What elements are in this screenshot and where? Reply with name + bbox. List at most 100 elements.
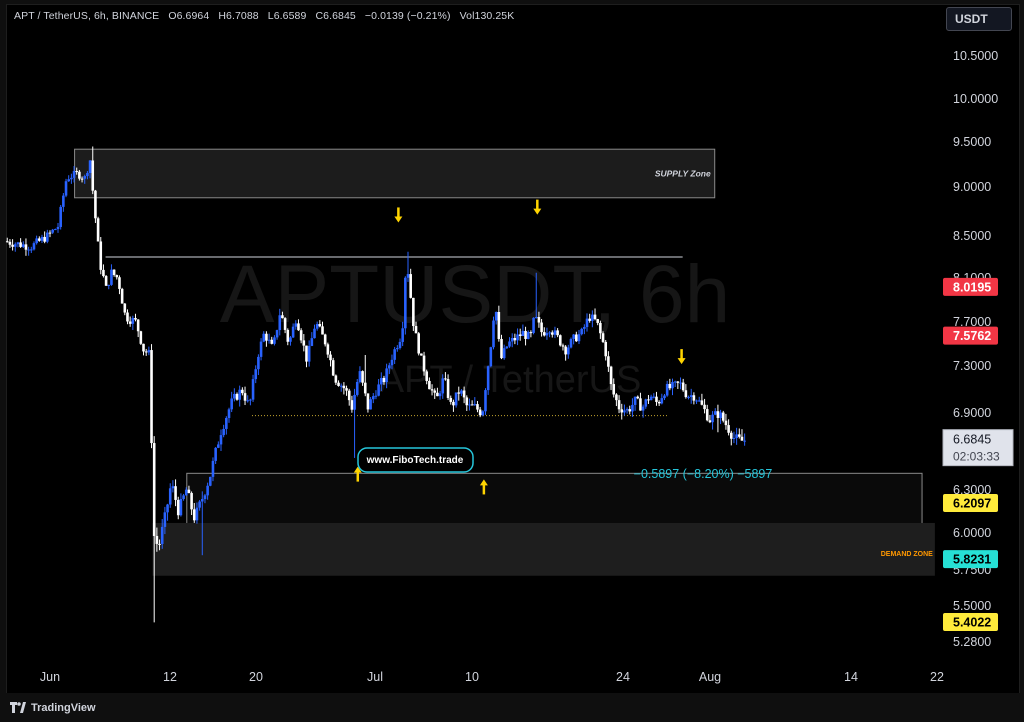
candle — [257, 354, 260, 376]
candle — [334, 374, 338, 386]
candle — [398, 338, 402, 350]
time-tick-label: Jul — [367, 670, 383, 684]
price-badge: 5.8231 — [943, 550, 998, 569]
candle — [724, 413, 728, 430]
candle — [62, 193, 65, 212]
candle — [673, 380, 677, 387]
price-badge: 5.4022 — [943, 613, 998, 632]
candle — [366, 393, 370, 413]
candle — [337, 380, 340, 387]
last-price-badge: 6.6845 02:03:33 — [942, 429, 1014, 467]
candle — [168, 483, 172, 508]
candle — [732, 431, 736, 444]
candle — [131, 315, 135, 330]
candle — [558, 334, 562, 347]
candle — [355, 379, 359, 397]
candle — [695, 399, 698, 404]
candle — [721, 410, 725, 423]
candle — [489, 346, 493, 368]
candle — [339, 383, 343, 392]
candle — [126, 309, 129, 325]
time-tick-label: 20 — [249, 670, 263, 684]
candle — [660, 393, 664, 405]
candle — [307, 340, 311, 367]
candle — [569, 337, 573, 349]
candle — [102, 264, 105, 278]
candle — [305, 345, 308, 368]
candle — [99, 236, 103, 275]
candle — [679, 377, 682, 390]
candle — [417, 332, 420, 356]
candle — [737, 428, 741, 439]
supply-zone[interactable] — [74, 148, 716, 199]
candle — [743, 433, 746, 446]
candle — [176, 496, 180, 520]
candle — [118, 275, 121, 295]
candle — [107, 284, 111, 290]
candle — [652, 393, 656, 399]
candle — [128, 316, 132, 327]
svg-text:5.4022: 5.4022 — [953, 616, 991, 630]
candle — [454, 392, 458, 408]
candle — [692, 392, 696, 405]
candle — [182, 493, 185, 501]
candle — [246, 395, 250, 403]
resistance-zone-box[interactable] — [186, 472, 923, 525]
time-tick-label: 12 — [163, 670, 177, 684]
candle — [43, 231, 46, 244]
candle — [235, 392, 239, 401]
candle — [713, 408, 717, 416]
candle — [123, 303, 127, 316]
candle — [150, 344, 153, 449]
candle — [711, 411, 714, 430]
candle — [484, 388, 487, 415]
svg-text:6.2097: 6.2097 — [953, 496, 991, 510]
candle — [29, 246, 33, 254]
candle — [70, 173, 73, 184]
tradingview-icon — [10, 702, 26, 713]
tradingview-logo[interactable]: TradingView — [10, 702, 96, 714]
candle — [46, 229, 49, 244]
candle — [51, 228, 54, 234]
candle — [254, 365, 258, 384]
candle — [657, 400, 661, 407]
website-callout[interactable]: www.FiboTech.trade — [366, 455, 464, 466]
price-tick-label: 9.0000 — [953, 180, 991, 194]
price-chart[interactable]: APTUSDT, 6h APT / TetherUS SUPPLY Zone D… — [0, 0, 1024, 722]
candle — [347, 388, 351, 406]
candle — [358, 366, 362, 384]
candle — [171, 480, 175, 493]
demand-zone[interactable] — [152, 522, 935, 576]
candle — [404, 276, 407, 335]
candle — [35, 235, 38, 245]
candle — [345, 385, 348, 396]
candle — [727, 419, 730, 436]
time-tick-label: Aug — [699, 670, 721, 684]
price-badge: 6.2097 — [943, 493, 998, 512]
bar-countdown: 02:03:33 — [953, 450, 1000, 464]
candle — [740, 429, 744, 441]
candle — [620, 403, 624, 420]
candle — [11, 239, 14, 251]
candle — [142, 343, 145, 356]
candle — [230, 391, 233, 413]
candle — [353, 388, 356, 458]
candle — [331, 357, 335, 377]
candle — [27, 246, 30, 256]
candle — [708, 414, 712, 424]
candle — [633, 396, 637, 411]
candle — [134, 313, 137, 322]
svg-text:8.0195: 8.0195 — [953, 280, 991, 294]
time-axis[interactable]: Jun 12 20 Jul 10 24 Aug 14 22 — [40, 670, 944, 684]
candle — [361, 370, 364, 386]
candle — [48, 230, 52, 238]
candle — [374, 390, 378, 400]
measure-label: −0.5897 (−8.20%) −5897 — [634, 467, 773, 481]
candle — [225, 416, 228, 435]
candle — [396, 345, 399, 352]
candle — [412, 297, 415, 331]
time-tick-label: 14 — [844, 670, 858, 684]
time-tick-label: Jun — [40, 670, 60, 684]
price-tick-label: 5.5000 — [953, 599, 991, 613]
candle — [54, 228, 57, 231]
